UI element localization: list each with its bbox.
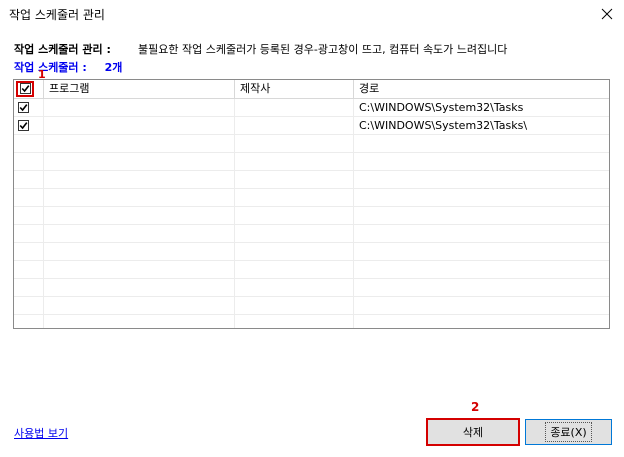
scheduler-window: 작업 스케줄러 관리 작업 스케줄러 관리 : 불필요한 작업 스케줄러가 등록… xyxy=(0,0,624,457)
empty-table-row xyxy=(14,135,609,153)
empty-cell xyxy=(235,135,354,152)
empty-cell xyxy=(354,135,609,152)
empty-cell xyxy=(14,243,44,260)
empty-table-row xyxy=(14,153,609,171)
empty-cell xyxy=(14,261,44,278)
empty-cell xyxy=(14,153,44,170)
empty-cell xyxy=(354,171,609,188)
table-body: C:\WINDOWS\System32\Tasks C:\WINDOWS\Sys… xyxy=(14,99,609,328)
empty-cell xyxy=(235,153,354,170)
empty-cell xyxy=(235,207,354,224)
empty-cell xyxy=(354,153,609,170)
empty-cell xyxy=(44,279,235,296)
empty-cell xyxy=(354,225,609,242)
empty-cell xyxy=(44,243,235,260)
empty-cell xyxy=(14,315,44,328)
task-count-value: 2개 xyxy=(104,61,123,74)
delete-button[interactable]: 삭제 xyxy=(426,418,520,446)
empty-cell xyxy=(14,279,44,296)
task-count: 작업 스케줄러 : 2개 xyxy=(14,59,122,75)
empty-cell xyxy=(354,279,609,296)
empty-cell xyxy=(235,225,354,242)
header-select-all[interactable] xyxy=(14,80,44,98)
exit-button-label: 종료(X) xyxy=(545,422,592,442)
empty-cell xyxy=(354,243,609,260)
empty-table-row xyxy=(14,171,609,189)
task-count-label: 작업 스케줄러 : xyxy=(14,61,87,74)
table-row[interactable]: C:\WINDOWS\System32\Tasks xyxy=(14,99,609,117)
empty-table-row xyxy=(14,189,609,207)
header-description: 불필요한 작업 스케줄러가 등록된 경우-광고창이 뜨고, 컴퓨터 속도가 느려… xyxy=(138,43,508,56)
empty-cell xyxy=(44,207,235,224)
window-title: 작업 스케줄러 관리 xyxy=(9,8,105,22)
row-check-cell xyxy=(14,99,44,116)
empty-cell xyxy=(235,297,354,314)
row-path: C:\WINDOWS\System32\Tasks xyxy=(359,101,524,114)
column-header-program[interactable]: 프로그램 xyxy=(44,80,235,98)
empty-cell xyxy=(14,207,44,224)
table-row[interactable]: C:\WINDOWS\System32\Tasks\ xyxy=(14,117,609,135)
empty-cell xyxy=(235,279,354,296)
checkmark-icon xyxy=(21,85,30,93)
empty-cell xyxy=(14,189,44,206)
close-window-button[interactable] xyxy=(596,3,618,25)
empty-cell xyxy=(235,315,354,328)
empty-cell xyxy=(235,261,354,278)
empty-cell xyxy=(44,153,235,170)
checkmark-icon xyxy=(19,122,28,130)
empty-cell xyxy=(44,297,235,314)
row-checkbox[interactable] xyxy=(18,120,29,131)
empty-table-row xyxy=(14,261,609,279)
row-program xyxy=(44,99,235,116)
row-maker xyxy=(235,99,354,116)
empty-table-row xyxy=(14,279,609,297)
column-header-path[interactable]: 경로 xyxy=(354,80,609,98)
delete-button-label: 삭제 xyxy=(462,426,484,439)
header-label: 작업 스케줄러 관리 : xyxy=(14,43,111,56)
empty-table-row xyxy=(14,243,609,261)
help-link[interactable]: 사용법 보기 xyxy=(14,425,68,441)
close-icon xyxy=(601,8,613,20)
empty-cell xyxy=(44,315,235,328)
table-header: 프로그램 제작사 경로 xyxy=(14,80,609,99)
empty-cell xyxy=(44,225,235,242)
header-info: 작업 스케줄러 관리 : 불필요한 작업 스케줄러가 등록된 경우-광고창이 뜨… xyxy=(14,41,507,57)
empty-cell xyxy=(44,189,235,206)
empty-cell xyxy=(44,171,235,188)
checkmark-icon xyxy=(19,104,28,112)
exit-button[interactable]: 종료(X) xyxy=(525,419,612,445)
empty-cell xyxy=(14,225,44,242)
column-header-maker[interactable]: 제작사 xyxy=(235,80,354,98)
row-path: C:\WINDOWS\System32\Tasks\ xyxy=(359,119,528,132)
empty-cell xyxy=(354,315,609,328)
empty-cell xyxy=(354,297,609,314)
empty-table-row xyxy=(14,297,609,315)
empty-cell xyxy=(354,189,609,206)
empty-cell xyxy=(14,297,44,314)
empty-table-row xyxy=(14,207,609,225)
empty-table-row xyxy=(14,225,609,243)
empty-cell xyxy=(14,135,44,152)
empty-cell xyxy=(235,189,354,206)
task-table: 프로그램 제작사 경로 C:\WINDOWS\System32\Tasks C:… xyxy=(13,79,610,329)
empty-rows xyxy=(14,135,609,328)
empty-cell xyxy=(14,171,44,188)
annotation-marker-2: 2 xyxy=(471,400,480,414)
empty-table-row xyxy=(14,315,609,328)
empty-cell xyxy=(235,171,354,188)
select-all-checkbox[interactable] xyxy=(20,83,31,94)
row-program xyxy=(44,117,235,134)
empty-cell xyxy=(354,207,609,224)
row-maker xyxy=(235,117,354,134)
empty-cell xyxy=(44,261,235,278)
title-bar: 작업 스케줄러 관리 xyxy=(0,0,624,28)
row-checkbox[interactable] xyxy=(18,102,29,113)
row-check-cell xyxy=(14,117,44,134)
empty-cell xyxy=(44,135,235,152)
empty-cell xyxy=(354,261,609,278)
empty-cell xyxy=(235,243,354,260)
